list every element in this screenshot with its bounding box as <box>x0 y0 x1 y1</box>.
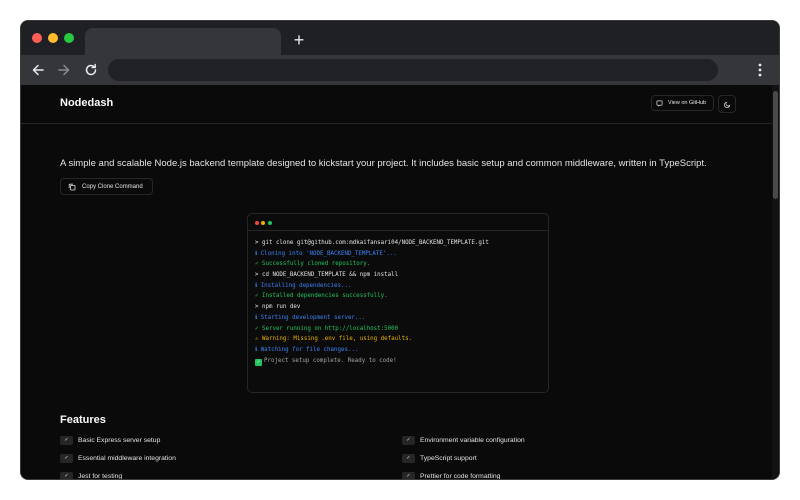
tab-strip: + <box>21 21 779 55</box>
terminal-header <box>248 214 548 231</box>
browser-menu-button[interactable] <box>750 58 770 82</box>
terminal-output: > git clone git@github.com:mdkaifansari0… <box>255 238 489 366</box>
terminal-line: ⚠ Warning: Missing .env file, using defa… <box>255 334 489 345</box>
terminal-line-text: ✓ Successfully cloned repository. <box>255 261 371 268</box>
brand-title[interactable]: Nodedash <box>60 97 113 109</box>
terminal-line: ℹ Watching for file changes... <box>255 345 489 356</box>
page-viewport: Nodedash View on GitHub A simple and sca… <box>21 85 779 479</box>
feature-item: ✓ Environment variable configuration <box>402 436 525 445</box>
close-window-button[interactable] <box>32 33 42 43</box>
copy-button-label: Copy Clone Command <box>82 183 143 190</box>
address-bar[interactable] <box>108 59 718 81</box>
terminal-line-text: ℹ Installing dependencies... <box>255 282 352 289</box>
terminal-line: > git clone git@github.com:mdkaifansari0… <box>255 238 489 249</box>
terminal-line-text: Project setup complete. Ready to code! <box>264 357 397 364</box>
terminal-line-text: ℹ Watching for file changes... <box>255 346 359 353</box>
copy-clone-command-button[interactable]: Copy Clone Command <box>60 178 153 195</box>
terminal-line-text: > npm run dev <box>255 304 301 311</box>
intro-text: A simple and scalable Node.js backend te… <box>60 158 707 169</box>
terminal-line: ℹ Installing dependencies... <box>255 281 489 292</box>
check-badge-icon: ✓ <box>402 454 415 463</box>
terminal-line-text: ✓ Server running on http://localhost:500… <box>255 325 399 332</box>
terminal-line: ✓ Server running on http://localhost:500… <box>255 324 489 335</box>
terminal-green-dot <box>268 221 272 225</box>
arrow-left-icon <box>32 64 44 76</box>
reload-icon <box>85 63 97 76</box>
copy-icon <box>68 183 76 190</box>
minimize-window-button[interactable] <box>48 33 58 43</box>
terminal-line-text: ℹ Starting development server... <box>255 314 366 321</box>
terminal-line: > cd NODE_BACKEND_TEMPLATE && npm instal… <box>255 270 489 281</box>
terminal-line-text: > cd NODE_BACKEND_TEMPLATE && npm instal… <box>255 272 399 279</box>
github-button-label: View on GitHub <box>668 100 707 106</box>
browser-tab[interactable] <box>85 28 281 55</box>
github-icon <box>656 100 663 106</box>
feature-item: ✓ Basic Express server setup <box>60 436 160 445</box>
feature-label: Environment variable configuration <box>420 437 525 444</box>
browser-toolbar <box>21 55 779 85</box>
scrollbar-thumb[interactable] <box>773 91 778 199</box>
maximize-window-button[interactable] <box>64 33 74 43</box>
check-mark-icon: ✓ <box>255 358 262 366</box>
back-button[interactable] <box>27 58 49 82</box>
feature-label: TypeScript support <box>420 455 477 462</box>
moon-icon <box>723 101 730 108</box>
terminal-window: > git clone git@github.com:mdkaifansari0… <box>247 213 549 393</box>
theme-toggle-button[interactable] <box>718 95 736 113</box>
feature-item: ✓ TypeScript support <box>402 454 477 463</box>
terminal-line-text: > git clone git@github.com:mdkaifansari0… <box>255 240 489 246</box>
check-badge-icon: ✓ <box>60 472 73 479</box>
check-badge-icon: ✓ <box>402 472 415 479</box>
feature-label: Essential middleware integration <box>78 455 176 462</box>
feature-label: Jest for testing <box>78 473 123 479</box>
terminal-yellow-dot <box>261 221 265 225</box>
terminal-line: ✓ Project setup complete. Ready to code! <box>255 356 489 367</box>
site-header: Nodedash View on GitHub <box>21 85 772 124</box>
browser-window: + Nodedash View on GitHub A simple and s… <box>21 21 779 479</box>
terminal-line-text: ✓ Installed dependencies successfully. <box>255 293 388 300</box>
terminal-line: > npm run dev <box>255 302 489 313</box>
terminal-line: ✓ Installed dependencies successfully. <box>255 291 489 302</box>
feature-item: ✓ Jest for testing <box>60 472 122 479</box>
feature-label: Prettier for code formatting <box>420 473 501 479</box>
page-scrollbar[interactable] <box>772 85 779 479</box>
check-badge-icon: ✓ <box>402 436 415 445</box>
feature-item: ✓ Essential middleware integration <box>60 454 176 463</box>
check-badge-icon: ✓ <box>60 454 73 463</box>
arrow-right-icon <box>58 64 70 76</box>
forward-button[interactable] <box>53 58 75 82</box>
terminal-line: ℹ Cloning into 'NODE_BACKEND_TEMPLATE'..… <box>255 249 489 260</box>
reload-button[interactable] <box>80 58 102 82</box>
terminal-red-dot <box>255 221 259 225</box>
terminal-line: ✓ Successfully cloned repository. <box>255 259 489 270</box>
terminal-line-text: ⚠ Warning: Missing .env file, using defa… <box>255 336 413 343</box>
feature-label: Basic Express server setup <box>78 437 161 444</box>
feature-item: ✓ Prettier for code formatting <box>402 472 500 479</box>
features-heading: Features <box>60 414 106 426</box>
new-tab-button[interactable]: + <box>291 29 307 51</box>
terminal-line-text: ℹ Cloning into 'NODE_BACKEND_TEMPLATE'..… <box>255 250 397 257</box>
check-badge-icon: ✓ <box>60 436 73 445</box>
view-on-github-button[interactable]: View on GitHub <box>651 95 714 111</box>
kebab-menu-icon <box>758 63 762 77</box>
terminal-line: ℹ Starting development server... <box>255 313 489 324</box>
